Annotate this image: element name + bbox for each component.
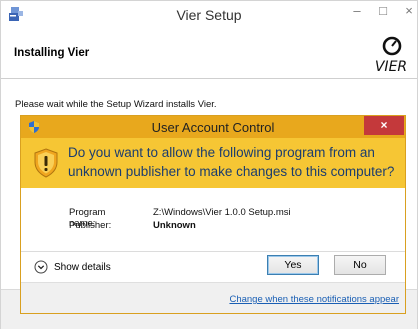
setup-status-text: Please wait while the Setup Wizard insta… xyxy=(15,99,217,110)
close-button[interactable]: × xyxy=(395,1,418,23)
yes-button[interactable]: Yes xyxy=(267,255,319,275)
minimize-button[interactable]: – xyxy=(343,1,371,23)
svg-text:VIER: VIER xyxy=(375,59,407,75)
setup-titlebar[interactable]: Vier Setup – □ × xyxy=(1,1,417,31)
setup-heading: Installing Vier xyxy=(14,47,90,59)
setup-header: Installing Vier VIER xyxy=(1,31,417,79)
chevron-down-icon xyxy=(34,260,48,274)
uac-actions: Show details Yes No xyxy=(21,252,405,282)
warning-shield-icon xyxy=(34,148,58,178)
maximize-button[interactable]: □ xyxy=(369,1,397,23)
change-notifications-link[interactable]: Change when these notifications appear xyxy=(229,294,399,305)
uac-titlebar[interactable]: User Account Control × xyxy=(21,116,405,138)
uac-footer: Change when these notifications appear xyxy=(21,282,405,313)
no-button[interactable]: No xyxy=(334,255,386,275)
uac-question: Do you want to allow the following progr… xyxy=(68,145,395,179)
program-name-value: Z:\Windows\Vier 1.0.0 Setup.msi xyxy=(153,207,291,218)
publisher-value: Unknown xyxy=(153,220,196,231)
uac-title: User Account Control xyxy=(151,120,275,135)
uac-close-button[interactable]: × xyxy=(364,116,404,135)
show-details-label: Show details xyxy=(54,262,111,273)
vier-logo: VIER xyxy=(375,36,407,75)
publisher-row: Publisher: Unknown xyxy=(69,220,196,231)
publisher-label: Publisher: xyxy=(69,220,112,231)
uac-dialog: User Account Control × Do you want to al… xyxy=(20,115,406,314)
uac-details: Program name: Z:\Windows\Vier 1.0.0 Setu… xyxy=(21,188,405,252)
uac-banner: Do you want to allow the following progr… xyxy=(21,138,405,188)
